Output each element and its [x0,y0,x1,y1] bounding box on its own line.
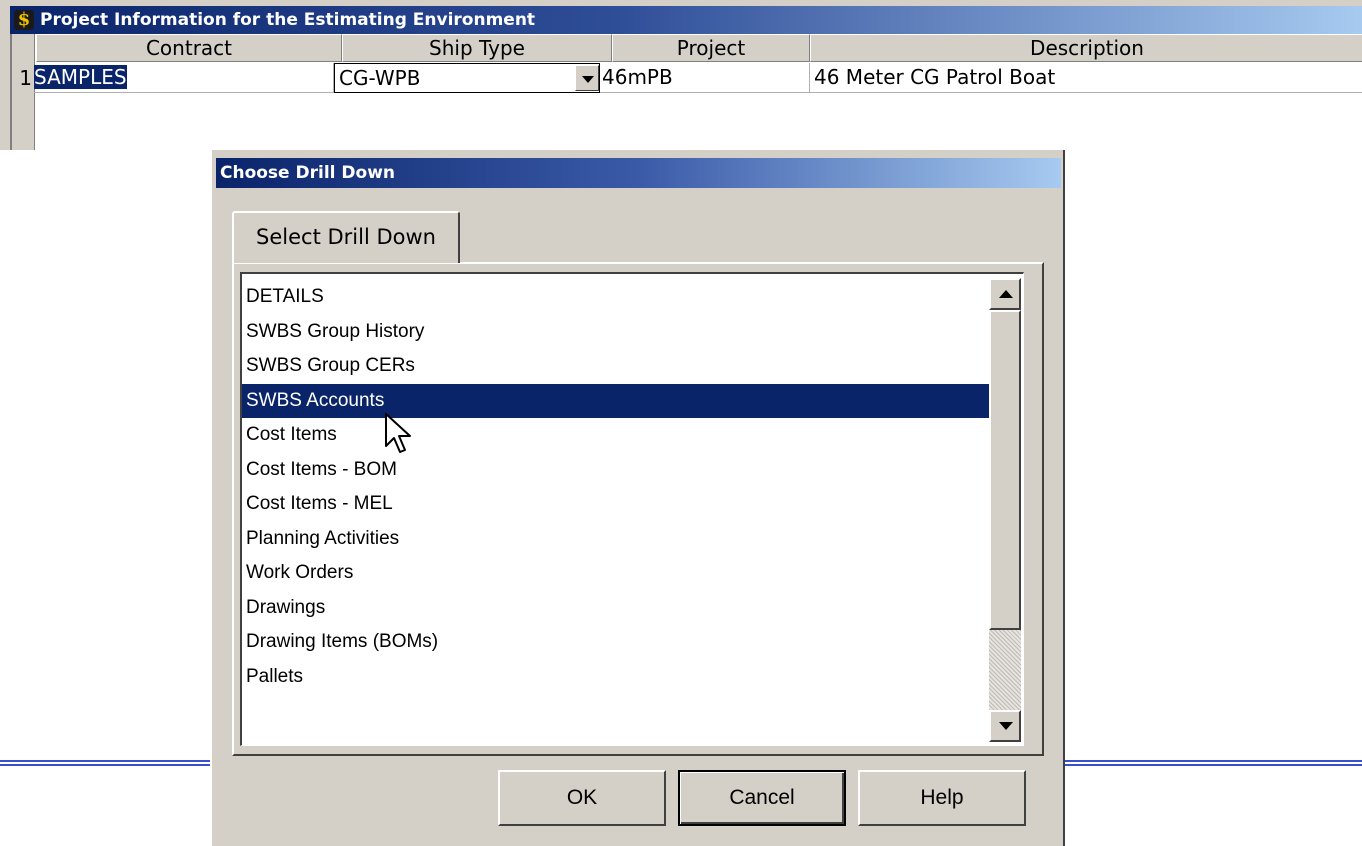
drill-down-listbox[interactable]: DETAILS SWBS Group History SWBS Group CERs… [240,272,1024,746]
project-information-window: $ Project Information for the Estimating… [0,0,1362,150]
list-item[interactable]: SWBS Group History [242,315,990,350]
choose-drill-down-dialog: Choose Drill Down Select Drill Down DETA… [210,150,1065,846]
list-item[interactable]: SWBS Group CERs [242,349,990,384]
dollar-sign-icon: $ [14,10,34,30]
list-item[interactable]: Cost Items - BOM [242,453,990,488]
project-grid: Contract Ship Type Project Description 1… [10,34,1362,150]
vertical-scrollbar[interactable] [989,278,1021,742]
column-header-project[interactable]: Project [612,34,810,62]
screen: $ Project Information for the Estimating… [0,0,1362,846]
dialog-title-bar[interactable]: Choose Drill Down [216,158,1061,188]
divider-line-left-2 [0,764,210,766]
project-window-title-bar[interactable]: $ Project Information for the Estimating… [10,6,1362,34]
help-button[interactable]: Help [858,770,1026,826]
column-header-contract[interactable]: Contract [36,34,342,62]
chevron-down-icon [582,76,594,83]
project-cell[interactable]: 46mPB [600,63,810,93]
list-item[interactable]: DETAILS [242,280,990,315]
scroll-down-arrow-icon [999,722,1013,730]
contract-value: SAMPLES [34,65,127,89]
tab-select-drill-down[interactable]: Select Drill Down [232,211,460,263]
contract-cell[interactable]: SAMPLES [34,63,334,93]
scroll-up-arrow-icon [999,290,1013,298]
list-item[interactable]: SWBS Accounts [242,383,990,418]
ok-button[interactable]: OK [498,770,666,826]
scroll-down-button[interactable] [989,710,1021,742]
list-item[interactable]: Planning Activities [242,522,990,557]
divider-line-right [1065,760,1362,762]
scroll-up-button[interactable] [989,278,1021,310]
divider-line-left [0,760,210,762]
row-number: 1 [19,66,32,90]
divider-line-right-2 [1065,764,1362,766]
list-item[interactable]: Drawing Items (BOMs) [242,625,990,660]
column-header-description[interactable]: Description [810,34,1362,62]
list-item[interactable]: Cost Items [242,418,990,453]
column-header-ship-type[interactable]: Ship Type [342,34,612,62]
project-window-title: Project Information for the Estimating E… [40,10,536,30]
ship-type-dropdown-button[interactable] [575,65,599,91]
list-item[interactable]: Cost Items - MEL [242,487,990,522]
cancel-button[interactable]: Cancel [678,770,846,826]
app-icon-glyph: $ [17,9,31,30]
list-item[interactable]: Drawings [242,591,990,626]
ship-type-value: CG-WPB [339,66,421,90]
mouse-pointer-icon [385,413,411,453]
description-cell[interactable]: 46 Meter CG Patrol Boat [810,63,1362,93]
drill-down-list: DETAILS SWBS Group History SWBS Group CERs… [242,280,990,694]
dialog-title: Choose Drill Down [220,163,395,183]
ship-type-combo[interactable]: CG-WPB [334,63,600,93]
scrollbar-thumb[interactable] [989,310,1021,630]
list-item[interactable]: Pallets [242,660,990,695]
list-item[interactable]: Work Orders [242,556,990,591]
